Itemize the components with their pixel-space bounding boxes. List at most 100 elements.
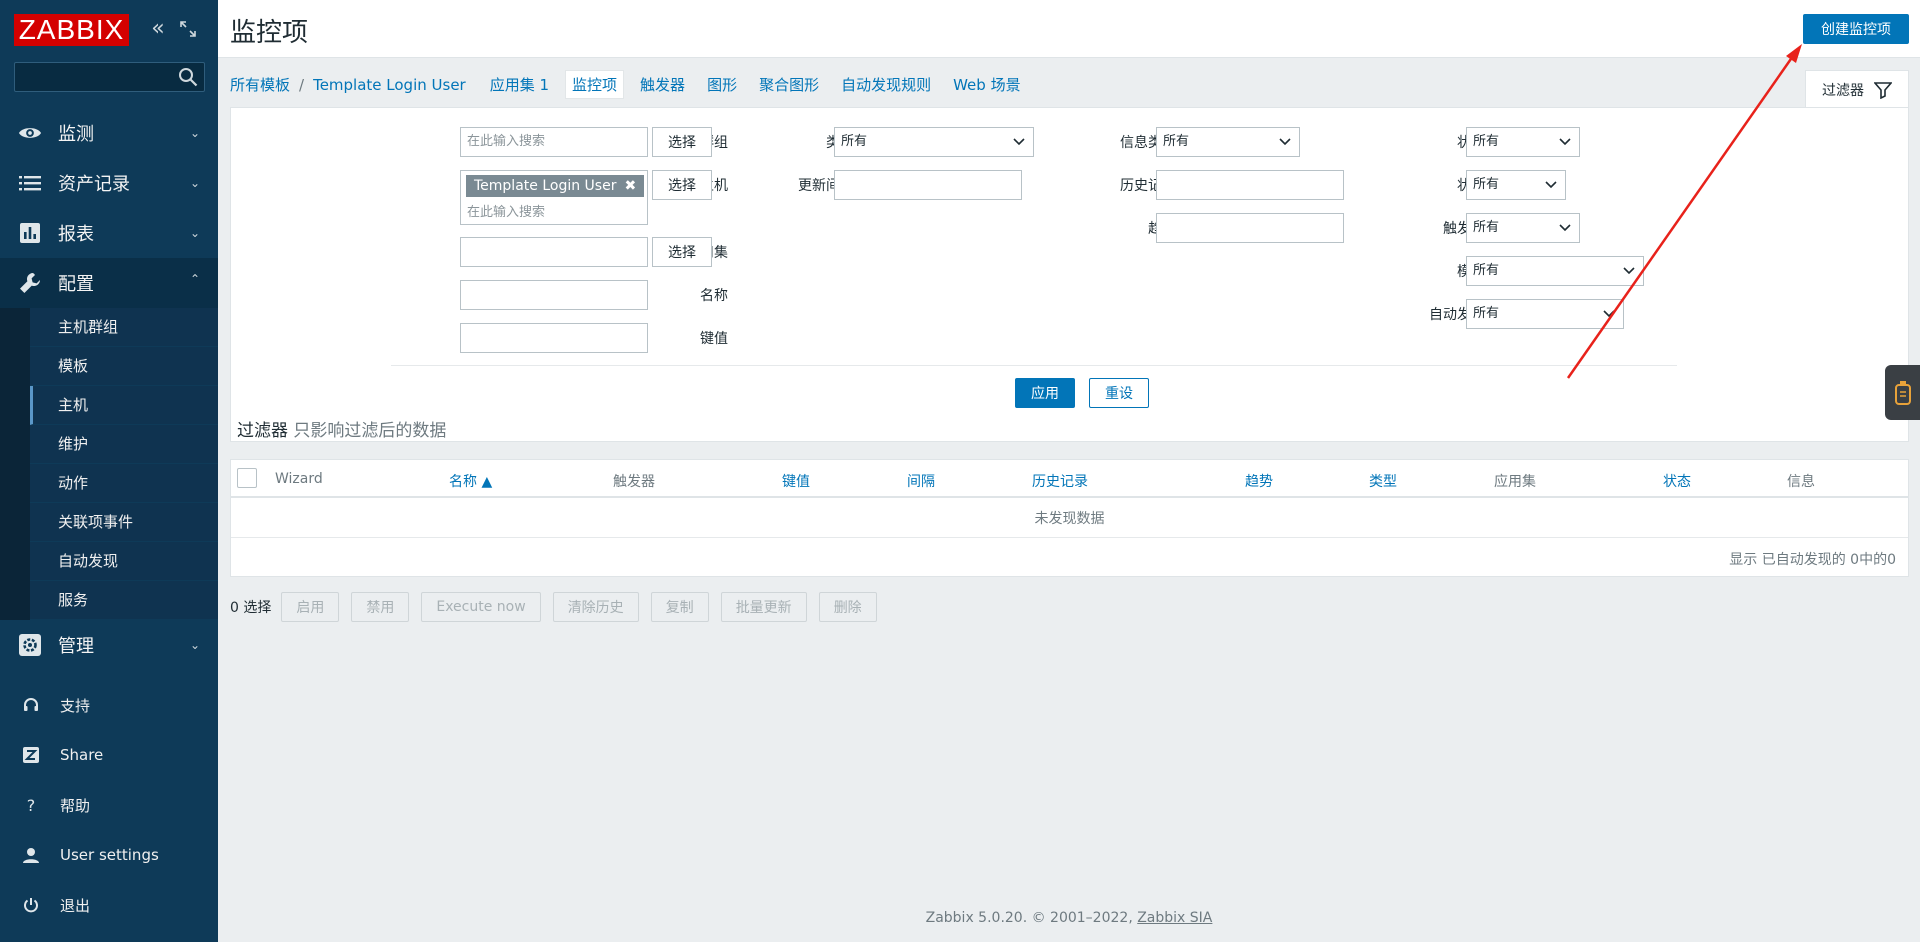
items-table: Wizard 名称 ▲ 触发器 键值 间隔 历史记录 趋势 类型 应用集 状态 … (230, 459, 1909, 577)
tab-triggers[interactable]: 触发器 (640, 74, 685, 95)
apply-filter-button[interactable]: 应用 (1015, 378, 1075, 408)
host-select-button[interactable]: 选择 (652, 170, 712, 200)
clear-history-button[interactable]: 清除历史 (552, 592, 639, 622)
application-select-button[interactable]: 选择 (652, 237, 712, 267)
zabbix-logo[interactable]: ZABBIX (14, 14, 129, 46)
sidebar-search-input[interactable] (15, 63, 175, 91)
trends-input[interactable] (1156, 213, 1344, 243)
discovery-select[interactable]: 所有 (1466, 299, 1624, 329)
tab-discovery-rules[interactable]: 自动发现规则 (841, 74, 931, 95)
page-title: 监控项 (230, 18, 309, 48)
tab-graphs[interactable]: 图形 (707, 74, 737, 95)
state-select[interactable]: 所有 (1466, 170, 1566, 200)
host-tag-label: Template Login User (474, 178, 617, 194)
nav-monitoring[interactable]: 监测 ⌄ (0, 108, 218, 158)
column-trends[interactable]: 趋势 (1245, 471, 1273, 491)
delete-button[interactable]: 删除 (818, 592, 877, 622)
disable-button[interactable]: 禁用 (351, 592, 410, 622)
nav-inventory[interactable]: 资产记录 ⌄ (0, 158, 218, 208)
footer-link[interactable]: Zabbix SIA (1137, 910, 1212, 926)
breadcrumb: 所有模板 / Template Login User 应用集 1 监控项 触发器… (230, 70, 1021, 99)
select-all-checkbox[interactable] (237, 468, 257, 488)
column-name[interactable]: 名称 ▲ (449, 471, 492, 491)
info-type-select-value: 所有 (1163, 134, 1190, 149)
tab-screens[interactable]: 聚合图形 (759, 74, 819, 95)
submenu-host-groups[interactable]: 主机群组 (30, 308, 218, 347)
submenu-maintenance[interactable]: 维护 (30, 425, 218, 464)
name-input[interactable] (460, 280, 648, 310)
footer: Zabbix 5.0.20. © 2001–2022, Zabbix SIA (218, 910, 1920, 926)
name-label: 名称 (700, 288, 728, 304)
submenu-discovery[interactable]: 自动发现 (30, 542, 218, 581)
breadcrumb-template[interactable]: Template Login User (313, 76, 466, 94)
nav-reports[interactable]: 报表 ⌄ (0, 208, 218, 258)
copy-button[interactable]: 复制 (650, 592, 709, 622)
filter-tab[interactable]: 过滤器 (1805, 70, 1909, 108)
nav-monitoring-label: 监测 (58, 124, 94, 145)
headset-icon (22, 696, 40, 714)
triggers-select[interactable]: 所有 (1466, 213, 1580, 243)
nav-administration[interactable]: 管理 ⌄ (0, 620, 218, 670)
column-history[interactable]: 历史记录 (1032, 471, 1088, 491)
nav-logout[interactable]: 退出 (0, 880, 218, 930)
filter-panel: 主机群组 在此输入搜索 选择 主机 Template Login User✖ 在… (230, 107, 1909, 442)
column-key[interactable]: 键值 (782, 471, 810, 491)
host-search-placeholder: 在此输入搜索 (467, 205, 546, 220)
tab-web-scenarios[interactable]: Web 场景 (953, 74, 1020, 95)
collapse-sidebar-icon[interactable]: « (146, 16, 170, 42)
submenu-services[interactable]: 服务 (30, 581, 218, 620)
chevron-down-icon: ⌄ (189, 126, 200, 140)
chevron-down-icon (1559, 224, 1571, 232)
application-input[interactable] (460, 237, 648, 267)
template-select-value: 所有 (1473, 263, 1500, 278)
host-multiselect[interactable]: Template Login User ✖ 在此输入搜索 (460, 170, 648, 225)
submenu-event-correlation[interactable]: 关联项事件 (30, 503, 218, 542)
column-status[interactable]: 状态 (1663, 471, 1691, 491)
footer-text: Zabbix 5.0.20. © 2001–2022, (925, 910, 1138, 926)
kiosk-mode-icon[interactable] (176, 16, 200, 42)
nav-support-label: 支持 (60, 696, 91, 715)
nav-user-settings-label: User settings (60, 846, 159, 864)
column-wizard: Wizard (275, 471, 323, 487)
create-item-button[interactable]: 创建监控项 (1803, 14, 1909, 44)
breadcrumb-all-templates[interactable]: 所有模板 (230, 74, 290, 95)
chevron-down-icon: ⌄ (189, 638, 200, 652)
key-input[interactable] (460, 323, 648, 353)
power-icon (22, 896, 40, 914)
submenu-templates[interactable]: 模板 (30, 347, 218, 386)
chevron-down-icon (1013, 138, 1025, 146)
history-input[interactable] (1156, 170, 1344, 200)
status-select[interactable]: 所有 (1466, 127, 1580, 157)
nav-help[interactable]: ? 帮助 (0, 780, 218, 830)
type-select[interactable]: 所有 (834, 127, 1034, 157)
template-select[interactable]: 所有 (1466, 256, 1644, 286)
nav-support[interactable]: 支持 (0, 680, 218, 730)
tab-applications[interactable]: 应用集 1 (490, 74, 549, 95)
user-icon (22, 846, 40, 864)
side-widget-tab[interactable] (1885, 365, 1920, 420)
configuration-submenu: 主机群组 模板 主机 维护 动作 关联项事件 自动发现 服务 (0, 308, 218, 620)
search-icon[interactable] (178, 67, 198, 87)
nav-user-settings[interactable]: User settings (0, 830, 218, 880)
nav-share[interactable]: Share (0, 730, 218, 780)
info-type-select[interactable]: 所有 (1156, 127, 1300, 157)
execute-now-button[interactable]: Execute now (421, 592, 541, 622)
submenu-actions[interactable]: 动作 (30, 464, 218, 503)
nav-configuration[interactable]: 配置 ⌃ (0, 258, 218, 308)
column-info: 信息 (1787, 474, 1815, 490)
host-group-input[interactable]: 在此输入搜索 (460, 127, 648, 157)
remove-tag-icon[interactable]: ✖ (624, 178, 636, 194)
submenu-hosts[interactable]: 主机 (30, 386, 218, 425)
column-applications: 应用集 (1494, 474, 1536, 490)
column-type[interactable]: 类型 (1369, 471, 1397, 491)
reset-filter-button[interactable]: 重设 (1089, 378, 1149, 408)
mass-update-button[interactable]: 批量更新 (720, 592, 807, 622)
admin-gear-icon (18, 633, 42, 657)
interval-input[interactable] (834, 170, 1022, 200)
type-select-value: 所有 (841, 134, 868, 149)
column-interval[interactable]: 间隔 (907, 471, 935, 491)
main-content: 监控项 创建监控项 所有模板 / Template Login User 应用集… (218, 0, 1920, 942)
tab-items[interactable]: 监控项 (565, 70, 625, 99)
host-group-select-button[interactable]: 选择 (652, 127, 712, 157)
enable-button[interactable]: 启用 (281, 592, 340, 622)
